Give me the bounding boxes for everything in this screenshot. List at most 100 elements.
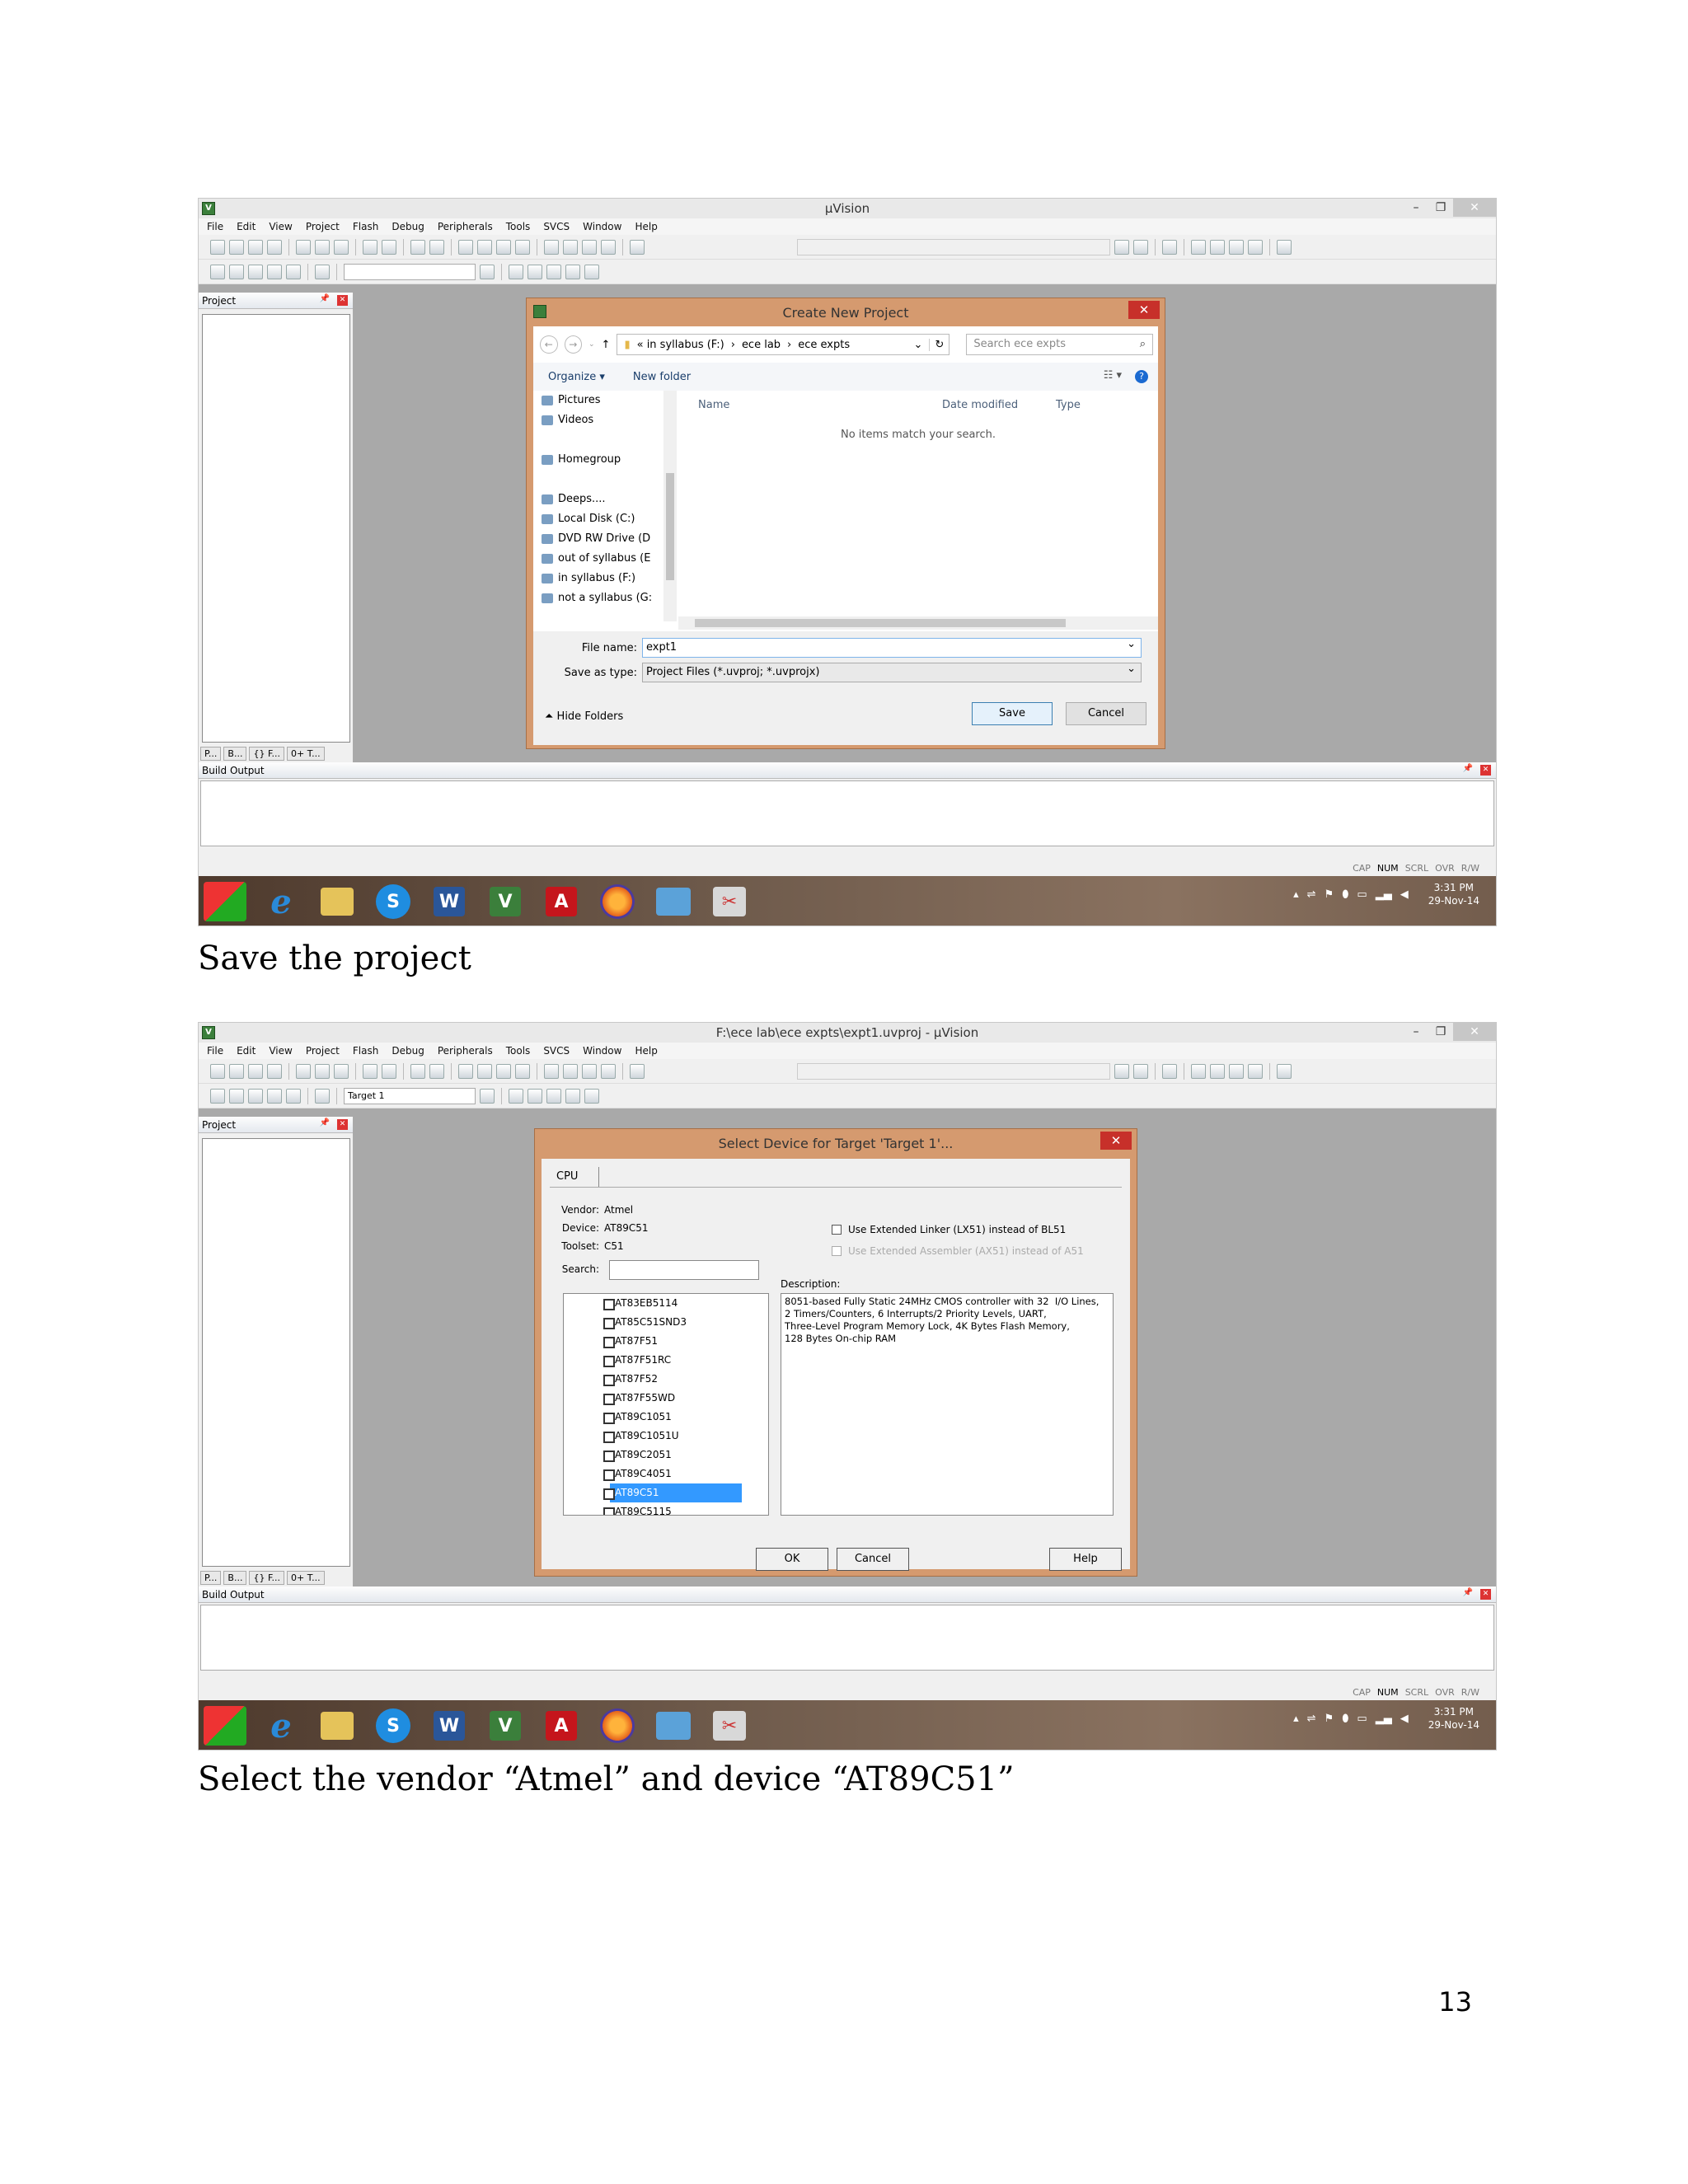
nav-item-computer[interactable]: Deeps.... <box>533 490 678 509</box>
snipping-tool-icon[interactable]: ✂ <box>713 887 746 916</box>
save-icon[interactable] <box>248 1063 263 1079</box>
menu-window[interactable]: Window <box>583 221 621 232</box>
menu-tools[interactable]: Tools <box>506 1045 531 1057</box>
batch-build-icon[interactable] <box>267 1088 282 1104</box>
project-tree[interactable] <box>202 1138 350 1567</box>
close-button[interactable]: ✕ <box>1453 1023 1496 1041</box>
bookmark-next-icon[interactable] <box>496 1063 511 1079</box>
restore-button[interactable]: ❐ <box>1428 1023 1453 1041</box>
unindent-icon[interactable] <box>563 239 578 255</box>
address-bar[interactable]: ▮ « in syllabus (F:) › ece lab › ece exp… <box>617 334 950 355</box>
uvision-taskbar-icon[interactable]: V <box>490 887 521 916</box>
tray-display-icon[interactable]: ▭ <box>1357 1713 1367 1725</box>
target-combo[interactable] <box>344 263 476 280</box>
search-box[interactable]: Search ece expts ⌕ <box>966 334 1153 355</box>
list-item-selected[interactable]: AT89C51 <box>564 1483 768 1502</box>
bookmark-prev-icon[interactable] <box>477 239 492 255</box>
minimize-button[interactable]: – <box>1404 199 1428 217</box>
rte-icon[interactable] <box>584 1088 599 1104</box>
nav-item-homegroup[interactable]: Homegroup <box>533 450 678 470</box>
find-icon[interactable] <box>1114 1063 1129 1079</box>
pack-installer-icon[interactable] <box>565 264 580 279</box>
list-item[interactable]: AT87F55WD <box>564 1389 768 1408</box>
menu-debug[interactable]: Debug <box>392 1045 424 1057</box>
undo-icon[interactable] <box>363 239 377 255</box>
new-file-icon[interactable] <box>210 1063 225 1079</box>
translate-icon[interactable] <box>210 1088 225 1104</box>
list-item[interactable]: AT85C51SND3 <box>564 1313 768 1332</box>
menu-project[interactable]: Project <box>306 1045 340 1057</box>
forward-arrow-icon[interactable]: → <box>564 335 582 354</box>
find-icon[interactable] <box>1114 239 1129 255</box>
configure-icon[interactable] <box>1277 1063 1292 1079</box>
menu-view[interactable]: View <box>269 1045 292 1057</box>
organize-button[interactable]: Organize ▾ <box>548 371 605 383</box>
menu-svcs[interactable]: SVCS <box>543 1045 570 1057</box>
tab-books[interactable]: B... <box>223 1571 247 1585</box>
tray-flag-icon[interactable]: ⚑ <box>1325 1713 1334 1725</box>
comment-icon[interactable] <box>582 1063 597 1079</box>
ext-linker-checkbox[interactable]: Use Extended Linker (LX51) instead of BL… <box>832 1224 1066 1235</box>
clock[interactable]: 3:31 PM 29-Nov-14 <box>1428 881 1479 907</box>
tab-functions[interactable]: {} F... <box>249 1571 285 1585</box>
menu-file[interactable]: File <box>207 1045 223 1057</box>
menu-edit[interactable]: Edit <box>237 221 256 232</box>
cut-icon[interactable] <box>296 239 311 255</box>
word-icon[interactable]: W <box>434 1711 465 1741</box>
menu-peripherals[interactable]: Peripherals <box>438 1045 493 1057</box>
internet-explorer-icon[interactable]: e <box>260 882 302 921</box>
incremental-find-icon[interactable] <box>1133 239 1148 255</box>
breakpoint-disable-icon[interactable] <box>1210 239 1225 255</box>
pin-icon[interactable]: 📌 <box>320 1118 330 1127</box>
pack-installer-icon[interactable] <box>565 1088 580 1104</box>
word-icon[interactable]: W <box>434 887 465 916</box>
uncomment-icon[interactable] <box>601 1063 616 1079</box>
help-icon[interactable]: ? <box>1135 370 1148 383</box>
tray-signal-icon[interactable]: ▂▄ <box>1376 1713 1392 1725</box>
minimize-button[interactable]: – <box>1404 1023 1428 1041</box>
menu-debug[interactable]: Debug <box>392 221 424 232</box>
breakpoint-kill-icon[interactable] <box>1229 239 1244 255</box>
help-button[interactable]: Help <box>1049 1548 1122 1571</box>
menu-flash[interactable]: Flash <box>353 221 378 232</box>
bookmark-clear-icon[interactable] <box>515 239 530 255</box>
skype-icon[interactable]: S <box>376 1708 410 1743</box>
dialog-close-button[interactable]: ✕ <box>1128 301 1160 319</box>
tray-overflow-icon[interactable]: ▴ <box>1293 1713 1299 1725</box>
rebuild-icon[interactable] <box>248 264 263 279</box>
build-icon[interactable] <box>229 264 244 279</box>
nav-forward-icon[interactable] <box>429 1063 444 1079</box>
target-combo[interactable]: Target 1 <box>344 1087 476 1104</box>
breakpoint-disable-icon[interactable] <box>1210 1063 1225 1079</box>
save-all-icon[interactable] <box>267 239 282 255</box>
stop-build-icon[interactable] <box>315 264 330 279</box>
cancel-button[interactable]: Cancel <box>837 1548 909 1571</box>
stop-build-icon[interactable] <box>315 1088 330 1104</box>
rte-icon[interactable] <box>584 264 599 279</box>
nav-forward-icon[interactable] <box>429 239 444 255</box>
pin-icon[interactable]: 📌 <box>1463 764 1473 773</box>
nav-scrollbar[interactable] <box>663 391 677 621</box>
nav-item-local-disk[interactable]: Local Disk (C:) <box>533 509 678 529</box>
find-in-files-icon[interactable] <box>630 1063 645 1079</box>
menu-tools[interactable]: Tools <box>506 221 531 232</box>
tab-project[interactable]: P... <box>200 747 222 761</box>
bookmark-clear-icon[interactable] <box>515 1063 530 1079</box>
nav-item-out-of-syllabus[interactable]: out of syllabus (E <box>533 549 678 569</box>
horizontal-scrollbar[interactable] <box>678 616 1158 630</box>
menu-file[interactable]: File <box>207 221 223 232</box>
breakpoint-icon[interactable] <box>1191 239 1206 255</box>
tray-flag-icon[interactable]: ⚑ <box>1325 888 1334 901</box>
panel-close-icon[interactable]: ✕ <box>1480 765 1491 776</box>
save-button[interactable]: Save <box>972 702 1053 725</box>
breadcrumb-drive[interactable]: « in syllabus (F:) <box>637 339 724 351</box>
acrobat-icon[interactable]: A <box>546 887 577 916</box>
manage-books-icon[interactable] <box>528 264 542 279</box>
save-all-icon[interactable] <box>267 1063 282 1079</box>
nav-back-icon[interactable] <box>410 239 425 255</box>
build-output-text[interactable] <box>200 780 1494 846</box>
manage-books-icon[interactable] <box>528 1088 542 1104</box>
panel-close-icon[interactable]: ✕ <box>337 1119 348 1130</box>
firefox-icon[interactable] <box>600 884 635 919</box>
acrobat-icon[interactable]: A <box>546 1711 577 1741</box>
